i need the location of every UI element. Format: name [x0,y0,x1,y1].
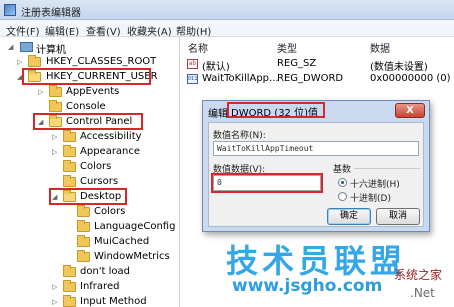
tree-item-dont-load[interactable]: don't load [0,265,179,280]
tree-label: Infrared [80,281,120,292]
registry-tree: ◢ 计算机 ▷ HKEY_CLASSES_ROOT ◢ HKEY_CURRENT… [0,37,180,307]
folder-icon [63,280,76,292]
tree-item-mui-cached[interactable]: MuiCached [0,235,179,250]
dialog-title-prefix: 编辑 [208,109,228,120]
tree-label: Appearance [80,146,141,157]
tree-item-computer[interactable]: ◢ 计算机 [0,40,179,56]
watermark-url: www.jsgho.com [232,276,383,296]
tree-item-accessibility[interactable]: ▷ Accessibility [0,130,179,145]
watermark-small: 系统之家 [394,268,443,282]
tree-item-input-method[interactable]: ▷ Input Method [0,295,179,307]
tree-label: don't load [80,266,131,277]
string-value-icon: ab [187,59,198,69]
tree-label: AppEvents [66,86,120,97]
tree-item-desktop-colors[interactable]: Colors [0,205,179,220]
folder-icon [77,235,90,247]
edit-dword-dialog: 编辑 DWORD (32 位)值 X 数值名称(N): WaitToKillAp… [202,100,430,232]
computer-icon [20,42,33,52]
expand-arrow-icon[interactable]: ▷ [17,58,22,66]
menu-bar: 文件(F) 编辑(E) 查看(V) 收藏夹(A) 帮助(H) [0,20,454,38]
value-name-label: 数值名称(N): [213,131,266,141]
ok-button[interactable]: 确定 [327,208,371,225]
folder-icon [49,85,62,97]
hex-radio-label: 十六进制(H) [350,180,400,190]
list-row-default[interactable]: ab (默认) REG_SZ (数值未设置) [181,57,454,73]
tree-label: Accessibility [80,131,142,142]
base-group-divider [354,168,420,169]
binary-value-icon: 011 [187,74,198,84]
cancel-button[interactable]: 取消 [376,208,420,225]
tree-item-window-metrics[interactable]: WindowMetrics [0,250,179,265]
tree-label: LanguageConfig [94,221,176,232]
tree-label: Console [66,101,106,112]
folder-icon [49,100,62,112]
folder-icon [63,265,76,277]
close-button[interactable]: X [395,103,425,118]
value-name-field: WaitToKillAppTimeout [213,141,419,156]
highlight-box-control-panel [33,113,143,130]
window-title: 注册表编辑器 [21,8,81,19]
tree-item-appearance[interactable]: ▷ Appearance [0,145,179,160]
folder-icon [77,205,90,217]
value-name: WaitToKillApp... [202,73,279,84]
menu-view[interactable]: 查看(V) [86,23,121,38]
tree-label: Colors [94,206,126,217]
folder-icon [63,175,76,187]
value-data: 0x00000000 (0) [370,73,451,84]
menu-file[interactable]: 文件(F) [6,23,40,38]
expand-arrow-icon[interactable]: ▷ [38,88,43,96]
folder-icon [63,145,76,157]
tree-label: WindowMetrics [94,251,170,262]
watermark-net: .Net [410,286,435,300]
value-type: REG_SZ [277,58,317,69]
expand-arrow-icon[interactable]: ▷ [52,133,57,141]
highlight-box-hkcu [22,68,151,85]
collapse-arrow-icon[interactable]: ◢ [8,43,13,51]
tree-item-infrared[interactable]: ▷ Infrared [0,280,179,295]
expand-arrow-icon[interactable]: ▷ [52,148,57,156]
tree-item-language-config[interactable]: LanguageConfig [0,220,179,235]
tree-label: MuiCached [94,236,150,247]
menu-favorites[interactable]: 收藏夹(A) [127,23,172,38]
highlight-box-dialog-title [227,102,325,118]
folder-icon [77,220,90,232]
menu-edit[interactable]: 编辑(E) [45,23,79,38]
title-bar: 注册表编辑器 [0,0,454,20]
value-data: (数值未设置) [370,62,428,73]
column-header-data[interactable]: 数据 [370,40,390,55]
folder-icon [63,295,76,307]
highlight-box-desktop [49,188,127,205]
dec-radio-label: 十进制(D) [350,194,391,204]
value-name: (默认) [202,62,230,73]
dec-radio[interactable] [338,192,347,201]
tree-item-colors[interactable]: Colors [0,160,179,175]
value-type: REG_DWORD [277,73,344,84]
hex-radio[interactable] [338,178,347,187]
tree-label: 计算机 [36,45,66,56]
tree-label: Colors [80,161,112,172]
menu-help[interactable]: 帮助(H) [176,23,211,38]
list-row-waittokill[interactable]: 011 WaitToKillApp... REG_DWORD 0x0000000… [181,72,454,87]
folder-icon [63,130,76,142]
base-group-label: 基数 [333,165,352,175]
highlight-box-value-data [211,173,323,193]
regedit-app-icon [4,4,16,16]
folder-icon [63,160,76,172]
folder-icon [28,55,41,67]
expand-arrow-icon[interactable]: ▷ [52,283,57,291]
expand-arrow-icon[interactable]: ▷ [52,298,57,306]
column-header-type[interactable]: 类型 [277,40,297,55]
dialog-body: 数值名称(N): WaitToKillAppTimeout 数值数据(V): 0… [208,122,424,227]
tree-label: HKEY_CLASSES_ROOT [46,56,157,67]
tree-item-appevents[interactable]: ▷ AppEvents [0,85,179,100]
column-header-name[interactable]: 名称 [188,40,208,55]
tree-label: Cursors [80,176,119,187]
tree-label: Input Method [80,296,147,307]
folder-icon [77,250,90,262]
